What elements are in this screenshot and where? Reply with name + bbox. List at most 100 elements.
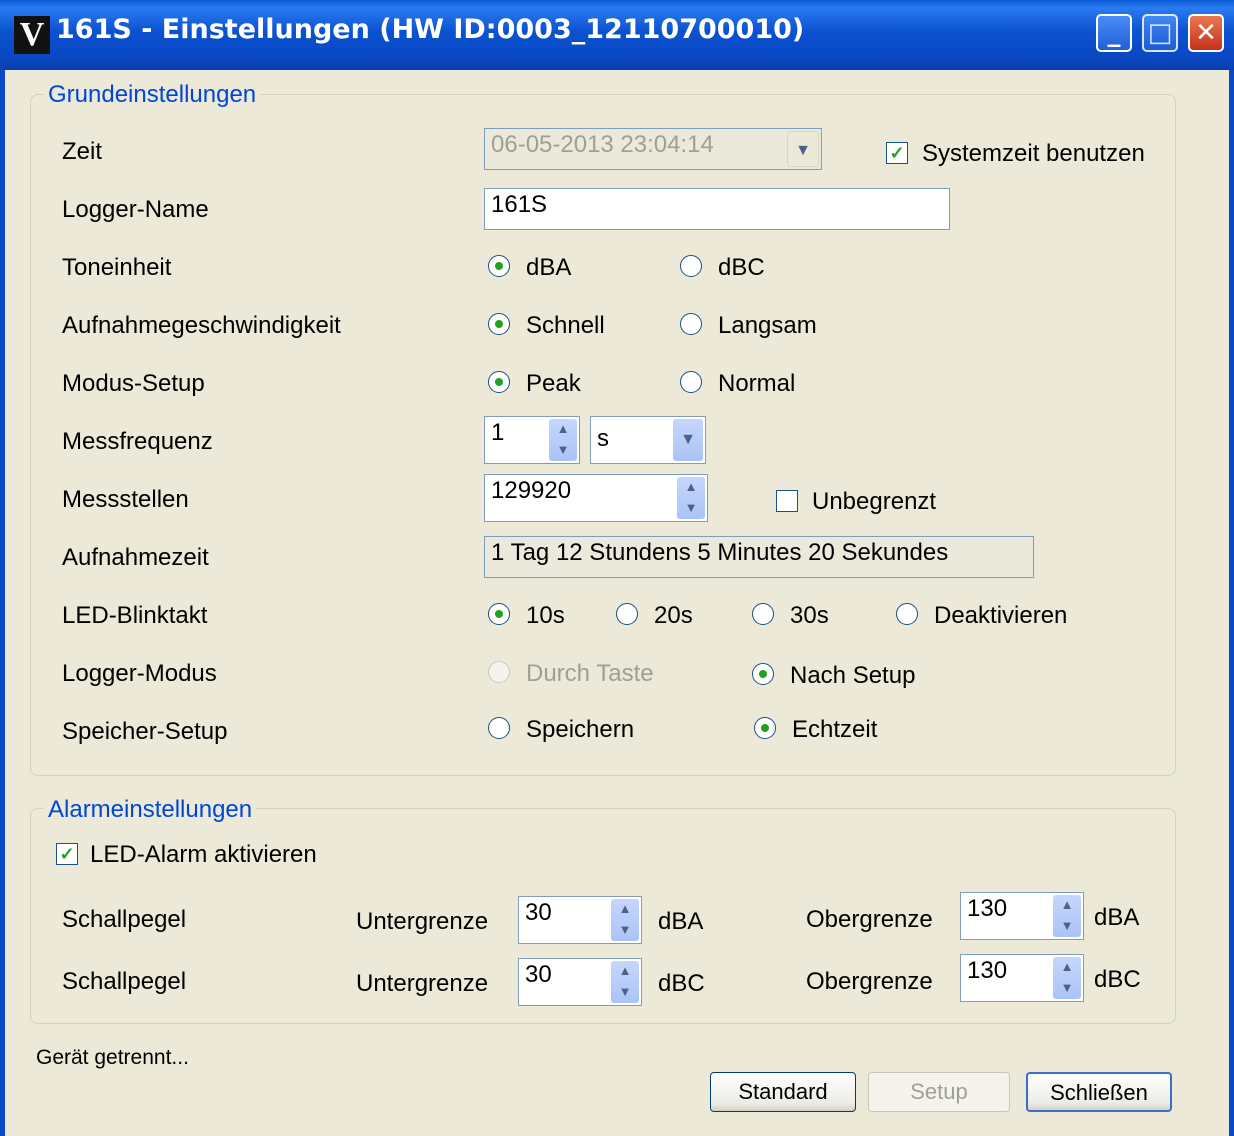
spin-down-icon: ▼ — [1060, 980, 1074, 995]
led-blink-disable-radio[interactable] — [896, 603, 918, 625]
alarm-row-2-upper-label: Obergrenze — [806, 968, 933, 995]
alarm-row-1-lower-stepper[interactable]: 30 ▲ ▼ — [518, 896, 642, 944]
sample-rate-unit-value: s — [597, 425, 609, 452]
sample-points-label: Messstellen — [62, 486, 189, 513]
window-title: 161S - Einstellungen (HW ID:0003_1211070… — [56, 14, 805, 45]
window-frame-left — [0, 70, 5, 1136]
maximize-button[interactable]: □ — [1142, 14, 1178, 52]
led-blink-30s-label: 30s — [790, 602, 829, 629]
sample-rate-unit-select[interactable]: s ▼ — [590, 416, 706, 464]
led-blink-20s-radio[interactable] — [616, 603, 638, 625]
led-blink-disable-label: Deaktivieren — [934, 602, 1068, 629]
alarm-row-2-lower-stepper[interactable]: 30 ▲ ▼ — [518, 958, 642, 1006]
recording-time-field: 1 Tag 12 Stundens 5 Minutes 20 Sekundes — [484, 536, 1034, 578]
spin-down-icon: ▼ — [684, 500, 698, 515]
setup-button: Setup — [868, 1072, 1010, 1112]
close-icon: ✕ — [1195, 18, 1217, 48]
speed-slow-radio[interactable] — [680, 313, 702, 335]
time-dropdown-button: ▼ — [787, 131, 819, 167]
alarm-row-1-upper-label: Obergrenze — [806, 906, 933, 933]
alarm-row-2-upper-value: 130 — [967, 957, 1008, 984]
maximize-icon: □ — [1147, 18, 1173, 48]
tone-unit-dbc-radio[interactable] — [680, 255, 702, 277]
sample-points-spin-buttons[interactable]: ▲ ▼ — [677, 477, 705, 519]
led-blink-20s-label: 20s — [654, 602, 693, 629]
alarm-row-2-lower-value: 30 — [525, 961, 552, 988]
standard-button[interactable]: Standard — [710, 1072, 856, 1112]
time-value: 06-05-2013 23:04:14 — [491, 131, 714, 158]
sample-rate-value: 1 — [491, 419, 505, 446]
spin-up-icon: ▲ — [556, 421, 570, 436]
system-time-label: Systemzeit benutzen — [922, 140, 1145, 167]
alarm-row-2-lower-unit: dBC — [658, 970, 705, 997]
memory-store-radio[interactable] — [488, 717, 510, 739]
sample-rate-spin-buttons[interactable]: ▲ ▼ — [549, 419, 577, 461]
close-window-button[interactable]: ✕ — [1188, 14, 1224, 52]
tone-unit-dbc-label: dBC — [718, 254, 765, 281]
recording-time-label: Aufnahmezeit — [62, 544, 209, 571]
memory-setup-label: Speicher-Setup — [62, 718, 228, 745]
led-blink-10s-radio[interactable] — [488, 603, 510, 625]
speed-slow-label: Langsam — [718, 312, 817, 339]
logger-mode-setup-label: Nach Setup — [790, 662, 916, 689]
mode-peak-radio[interactable] — [488, 371, 510, 393]
chevron-down-icon: ▼ — [795, 142, 811, 159]
mode-setup-label: Modus-Setup — [62, 370, 205, 397]
minimize-button[interactable]: _ — [1096, 14, 1132, 52]
alarm-row-2-upper-spin[interactable]: ▲ ▼ — [1053, 957, 1081, 999]
mode-normal-label: Normal — [718, 370, 796, 397]
spin-up-icon: ▲ — [1060, 897, 1074, 912]
alarm-row-1-lower-value: 30 — [525, 899, 552, 926]
tone-unit-label: Toneinheit — [62, 254, 172, 281]
alarm-row-1-upper-value: 130 — [967, 895, 1008, 922]
time-picker: 06-05-2013 23:04:14 ▼ — [484, 128, 822, 170]
mode-normal-radio[interactable] — [680, 371, 702, 393]
speed-fast-label: Schnell — [526, 312, 605, 339]
memory-store-label: Speichern — [526, 716, 635, 743]
memory-realtime-radio[interactable] — [754, 717, 776, 739]
led-blink-30s-radio[interactable] — [752, 603, 774, 625]
app-logo-icon: V — [14, 16, 50, 54]
mode-peak-label: Peak — [526, 370, 581, 397]
logger-mode-label: Logger-Modus — [62, 660, 217, 687]
status-text: Gerät getrennt... — [36, 1046, 189, 1069]
spin-up-icon: ▲ — [618, 963, 632, 978]
logger-mode-setup-radio[interactable] — [752, 663, 774, 685]
led-blink-10s-label: 10s — [526, 602, 565, 629]
alarm-row-2-upper-stepper[interactable]: 130 ▲ ▼ — [960, 954, 1084, 1002]
alarm-row-1-lower-unit: dBA — [658, 908, 704, 935]
minimize-icon: _ — [1107, 18, 1121, 48]
memory-realtime-label: Echtzeit — [792, 716, 878, 743]
alarm-row-1-lower-label: Untergrenze — [356, 908, 489, 935]
unlimited-label: Unbegrenzt — [812, 488, 937, 515]
alarm-row-1-upper-stepper[interactable]: 130 ▲ ▼ — [960, 892, 1084, 940]
speed-fast-radio[interactable] — [488, 313, 510, 335]
alarm-row-1-label: Schallpegel — [62, 906, 187, 933]
led-alarm-checkbox[interactable]: ✓ — [56, 843, 78, 865]
tone-unit-dba-label: dBA — [526, 254, 572, 281]
alarm-row-1-lower-spin[interactable]: ▲ ▼ — [611, 899, 639, 941]
basic-settings-legend: Grundeinstellungen — [44, 81, 261, 109]
spin-up-icon: ▲ — [618, 901, 632, 916]
sample-rate-label: Messfrequenz — [62, 428, 213, 455]
recording-speed-label: Aufnahmegeschwindigkeit — [62, 312, 341, 339]
sample-rate-stepper[interactable]: 1 ▲ ▼ — [484, 416, 580, 464]
alarm-row-2-lower-label: Untergrenze — [356, 970, 489, 997]
system-time-checkbox[interactable]: ✓ — [886, 142, 908, 164]
close-button[interactable]: Schließen — [1026, 1072, 1172, 1112]
led-blink-label: LED-Blinktakt — [62, 602, 208, 629]
tone-unit-dba-radio[interactable] — [488, 255, 510, 277]
alarm-row-1-upper-unit: dBA — [1094, 904, 1140, 931]
spin-up-icon: ▲ — [684, 479, 698, 494]
alarm-row-2-lower-spin[interactable]: ▲ ▼ — [611, 961, 639, 1003]
time-label: Zeit — [62, 138, 103, 165]
sample-points-stepper[interactable]: 129920 ▲ ▼ — [484, 474, 708, 522]
logger-mode-button-radio — [488, 661, 510, 683]
unit-dropdown-button[interactable]: ▼ — [673, 419, 703, 461]
unlimited-checkbox[interactable] — [776, 490, 798, 512]
spin-down-icon: ▼ — [1060, 918, 1074, 933]
logger-name-input[interactable]: 161S — [484, 188, 950, 230]
spin-down-icon: ▼ — [618, 984, 632, 999]
alarm-row-1-upper-spin[interactable]: ▲ ▼ — [1053, 895, 1081, 937]
title-bar[interactable]: V 161S - Einstellungen (HW ID:0003_12110… — [0, 0, 1234, 70]
